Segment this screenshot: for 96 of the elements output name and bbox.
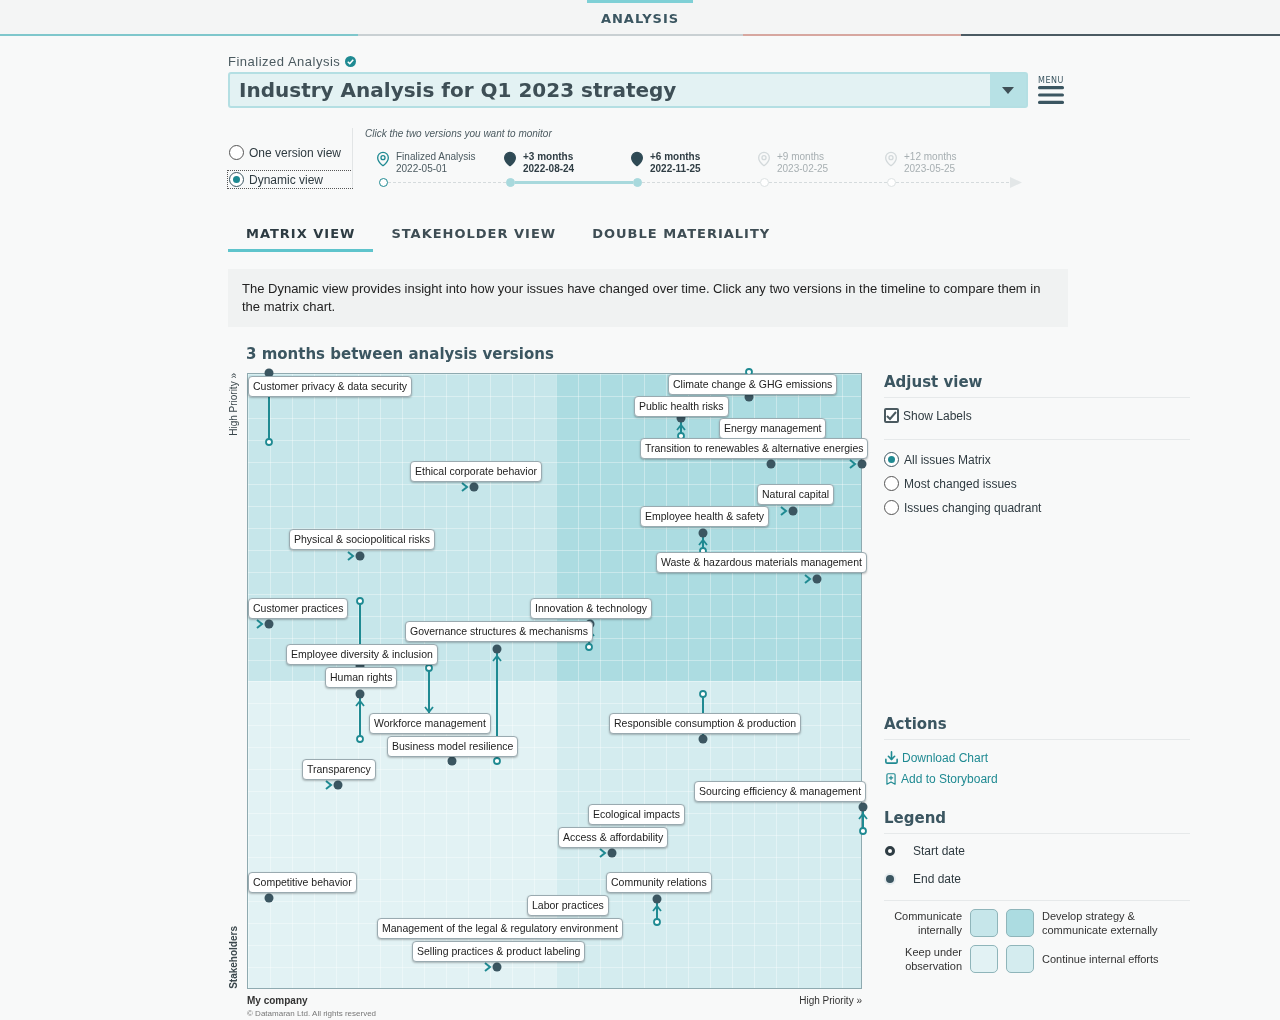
issue-label: Access & affordability (558, 827, 669, 848)
x-axis-label: My company (247, 995, 308, 1006)
map-pin-icon (375, 151, 391, 167)
y-axis-label: Stakeholders (228, 926, 240, 989)
issue-label: Labor practices (527, 895, 609, 916)
issue-label: Responsible consumption & production (609, 713, 802, 734)
check-icon (886, 410, 897, 421)
map-pin-icon (883, 151, 899, 167)
section-heading: Actions (884, 715, 1190, 740)
section-heading: Legend (884, 809, 1190, 834)
issue-label: Governance structures & mechanisms (405, 621, 593, 642)
x-axis-label: High Priority » (799, 995, 862, 1006)
view-mode-radio[interactable]: Dynamic view (228, 171, 352, 188)
legend-label: Keep under observation (904, 945, 962, 973)
issue-label: Customer privacy & data security (248, 376, 413, 397)
movement-arrow (652, 894, 662, 926)
view-tab[interactable]: MATRIX VIEW (228, 224, 374, 252)
filter-radio[interactable]: All issues Matrix (884, 452, 1190, 467)
caret-icon (1002, 86, 1014, 94)
issue-label: Competitive behavior (248, 872, 357, 893)
issue-label: Energy management (719, 418, 827, 439)
y-axis-label: High Priority » (228, 373, 240, 436)
shift-marker (780, 506, 798, 516)
page-title: ANALYSIS (586, 0, 694, 34)
show-labels-checkbox[interactable]: Show Labels (884, 408, 1190, 440)
issue-label: Physical & sociopolitical risks (289, 529, 435, 550)
issue-label: Ecological impacts (588, 804, 685, 825)
timeline-version[interactable]: +3 months 2022-08-24 (502, 151, 629, 175)
issue-label: Business model resilience (387, 736, 519, 757)
filter-radio[interactable]: Issues changing quadrant (884, 500, 1190, 515)
filter-radio[interactable]: Most changed issues (884, 476, 1190, 491)
legend-label: Continue internal efforts (1042, 952, 1160, 966)
action-link[interactable]: Add to Storyboard (884, 772, 1190, 786)
issue-label: Workforce management (369, 713, 491, 734)
timeline-version[interactable]: +6 months 2022-11-25 (629, 151, 756, 175)
issue-label: Innovation & technology (530, 598, 653, 619)
issue-label: Transition to renewables & alternative energies (640, 438, 869, 459)
menu-icon (1038, 84, 1064, 105)
chart-title: 3 months between analysis versions (246, 345, 555, 365)
download-icon (884, 750, 899, 765)
map-pin-icon (756, 151, 772, 167)
issue-label: Natural capital (757, 484, 835, 505)
section-heading: Adjust view (884, 373, 1190, 398)
movement-arrow (858, 802, 868, 835)
movement-arrow (355, 689, 365, 743)
timeline-dot (379, 178, 388, 187)
legend-label: Communicate internally (893, 909, 962, 937)
issue-label: Human rights (325, 667, 398, 688)
shift-marker (484, 962, 502, 972)
issue-label: Community relations (606, 872, 712, 893)
view-mode-radio[interactable]: One version view (228, 144, 352, 161)
dropdown-button[interactable] (990, 74, 1026, 106)
issue-label: Customer practices (248, 598, 349, 619)
start-date-marker (885, 846, 895, 856)
copyright-text: © Datamaran Ltd. All rights reserved (247, 1009, 378, 1018)
menu-button[interactable]: MENU (1038, 75, 1064, 105)
issue-label: Transparency (302, 759, 376, 780)
timeline-hint: Click the two versions you want to monitor (365, 128, 553, 139)
info-text: The Dynamic view provides insight into how your issues have changed over time. Click any two versions in the timeline to compare them in the matrix chart. (228, 269, 1068, 327)
shift-marker (256, 619, 274, 629)
analysis-select[interactable]: Industry Analysis for Q1 2023 strategy (228, 72, 1028, 108)
issue-label: Sourcing efficiency & management (694, 781, 867, 802)
end-dot (264, 893, 274, 903)
issue-label: Employee health & safety (640, 506, 770, 527)
view-tab[interactable]: DOUBLE MATERIALITY (574, 224, 789, 252)
timeline-version[interactable]: Finalized Analysis 2022-05-01 (375, 151, 502, 175)
legend-label: End date (913, 872, 962, 886)
legend-label: Develop strategy & communicate externally (1042, 909, 1159, 937)
issue-label: Ethical corporate behavior (410, 461, 542, 482)
end-dot (447, 756, 457, 766)
issue-label: Management of the legal & regulatory environment (377, 918, 623, 939)
timeline-dot (633, 178, 642, 187)
bookmark-plus-icon (884, 772, 898, 786)
legend-label: Start date (913, 844, 966, 858)
shift-marker (347, 551, 365, 561)
view-tab[interactable]: STAKEHOLDER VIEW (373, 224, 575, 252)
map-pin-icon (502, 151, 518, 167)
timeline-dot (887, 178, 896, 187)
issue-label: Climate change & GHG emissions (668, 374, 838, 395)
end-dot (766, 459, 776, 469)
issue-label: Public health risks (634, 396, 729, 417)
issue-label: Waste & hazardous materials management (656, 552, 867, 573)
analysis-status: Finalized Analysis (228, 54, 341, 69)
shift-marker (849, 459, 867, 469)
end-date-marker (886, 875, 894, 883)
shift-marker (804, 574, 822, 584)
issue-label: Selling practices & product labeling (412, 941, 586, 962)
shift-marker (325, 780, 343, 790)
issue-label: Employee diversity & inclusion (286, 644, 438, 665)
map-pin-icon (629, 151, 645, 167)
shift-marker (599, 848, 617, 858)
timeline-dot (760, 178, 769, 187)
shift-marker (461, 482, 479, 492)
action-link[interactable]: Download Chart (884, 750, 1190, 765)
timeline-dot (506, 178, 515, 187)
timeline-end-arrow-icon (1010, 177, 1022, 188)
